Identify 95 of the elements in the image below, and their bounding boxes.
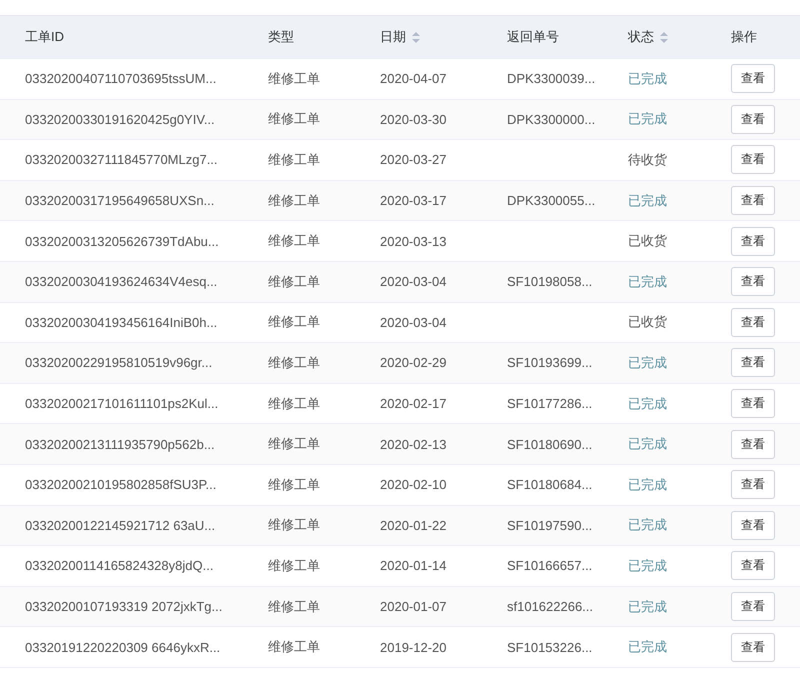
order-status: 已完成 [628, 476, 667, 494]
order-status: 已完成 [628, 638, 667, 656]
return-number: SF10193699... [507, 355, 592, 370]
order-id: 03320200407110703695tssUM... [25, 71, 216, 86]
order-id: 03320200213111935790p562b... [25, 436, 215, 452]
order-type: 维修工单 [268, 435, 320, 454]
return-number: sf101622266... [507, 599, 594, 614]
order-id: 03320200229195810519v96gr... [25, 355, 212, 370]
return-number: SF10198058... [507, 274, 592, 290]
view-button[interactable]: 查看 [731, 592, 775, 622]
order-type: 维修工单 [268, 556, 320, 575]
order-type: 维修工单 [268, 232, 320, 250]
order-type: 维修工单 [268, 638, 320, 656]
order-status: 已完成 [628, 354, 667, 372]
order-type: 维修工单 [268, 150, 320, 169]
column-header: 返回单号 [507, 28, 560, 46]
order-id: 03320200330191620425g0YIV... [25, 112, 215, 127]
order-date: 2020-03-04 [380, 314, 446, 330]
order-type: 维修工单 [268, 272, 320, 291]
order-id: 03320200107193319 2072jxkTg... [25, 599, 222, 614]
column-header: 工单ID [25, 28, 65, 46]
order-type: 维修工单 [268, 598, 320, 616]
order-date: 2020-03-27 [380, 152, 446, 168]
order-date: 2020-01-07 [380, 599, 446, 614]
order-date: 2020-03-30 [380, 112, 446, 127]
order-date: 2019-12-20 [380, 640, 446, 655]
view-button[interactable]: 查看 [731, 145, 775, 174]
view-button[interactable]: 查看 [731, 64, 775, 94]
view-button[interactable]: 查看 [731, 551, 775, 580]
order-id: 03320200304193456164IniB0h... [25, 314, 218, 330]
order-type: 维修工单 [268, 394, 320, 413]
order-type: 维修工单 [268, 354, 320, 372]
order-id: 03320200317195649658UXSn... [25, 193, 214, 208]
order-id: 03320200217101611101ps2Kul... [25, 396, 218, 412]
order-id: 03320200210195802858fSU3P... [25, 477, 216, 492]
order-id: 03320200313205626739TdAbu... [25, 234, 219, 249]
order-date: 2020-02-10 [380, 477, 446, 492]
order-status: 已完成 [628, 272, 667, 291]
column-header: 操作 [731, 28, 758, 46]
order-date: 2020-01-22 [380, 518, 446, 533]
column-header[interactable]: 日期 [380, 16, 507, 58]
order-type: 维修工单 [268, 313, 320, 332]
order-status: 已完成 [628, 110, 667, 128]
view-button[interactable]: 查看 [731, 632, 775, 662]
return-number: SF10153226... [507, 640, 592, 655]
order-status: 待收货 [628, 150, 667, 169]
order-type: 维修工单 [268, 110, 320, 128]
order-status: 已完成 [628, 598, 667, 616]
order-status: 已完成 [628, 394, 667, 413]
return-number: SF10197590... [507, 518, 592, 533]
order-date: 2020-02-17 [380, 396, 446, 412]
order-type: 维修工单 [268, 516, 320, 534]
order-status: 已收货 [628, 313, 667, 332]
order-id: 03320200122145921712 63aU... [25, 518, 216, 533]
order-date: 2020-02-29 [380, 355, 446, 370]
order-date: 2020-03-13 [380, 234, 446, 249]
order-status: 已完成 [628, 192, 667, 210]
order-date: 2020-02-13 [380, 436, 446, 452]
order-type: 维修工单 [268, 192, 320, 210]
view-button[interactable]: 查看 [731, 267, 775, 296]
return-number: DPK3300039... [507, 71, 596, 86]
view-button[interactable]: 查看 [731, 510, 775, 540]
order-id: 03320200304193624634V4esq... [25, 274, 218, 290]
order-status: 已完成 [628, 556, 667, 575]
order-id: 03320200114165824328y8jdQ... [25, 558, 214, 574]
view-button[interactable]: 查看 [731, 470, 775, 500]
sort-icon[interactable] [412, 32, 420, 42]
order-status: 已完成 [628, 516, 667, 534]
view-button[interactable]: 查看 [731, 430, 775, 459]
return-number: SF10180684... [507, 477, 592, 492]
view-button[interactable]: 查看 [731, 104, 775, 134]
return-number: SF10177286... [507, 396, 592, 412]
order-date: 2020-03-04 [380, 274, 446, 290]
return-number: DPK3300000... [507, 112, 596, 127]
order-status: 已完成 [628, 435, 667, 454]
view-button[interactable]: 查看 [731, 226, 775, 256]
order-date: 2020-03-17 [380, 193, 446, 208]
order-type: 维修工单 [268, 70, 320, 88]
view-button[interactable]: 查看 [731, 186, 775, 216]
column-header[interactable]: 状态 [628, 16, 731, 58]
return-number: SF10180690... [507, 436, 592, 452]
view-button[interactable]: 查看 [731, 308, 775, 337]
order-date: 2020-04-07 [380, 71, 446, 86]
column-header: 类型 [268, 28, 295, 46]
view-button[interactable]: 查看 [731, 348, 775, 378]
order-id: 03320200327111845770MLzg7... [25, 152, 218, 168]
order-date: 2020-01-14 [380, 558, 446, 574]
order-type: 维修工单 [268, 476, 320, 494]
order-status: 已完成 [628, 70, 667, 88]
sort-icon[interactable] [660, 32, 668, 42]
order-status: 已收货 [628, 232, 667, 250]
order-id: 03320191220220309 6646ykxR... [25, 640, 220, 655]
view-button[interactable]: 查看 [731, 389, 775, 418]
return-number: DPK3300055... [507, 193, 596, 208]
return-number: SF10166657... [507, 558, 592, 574]
